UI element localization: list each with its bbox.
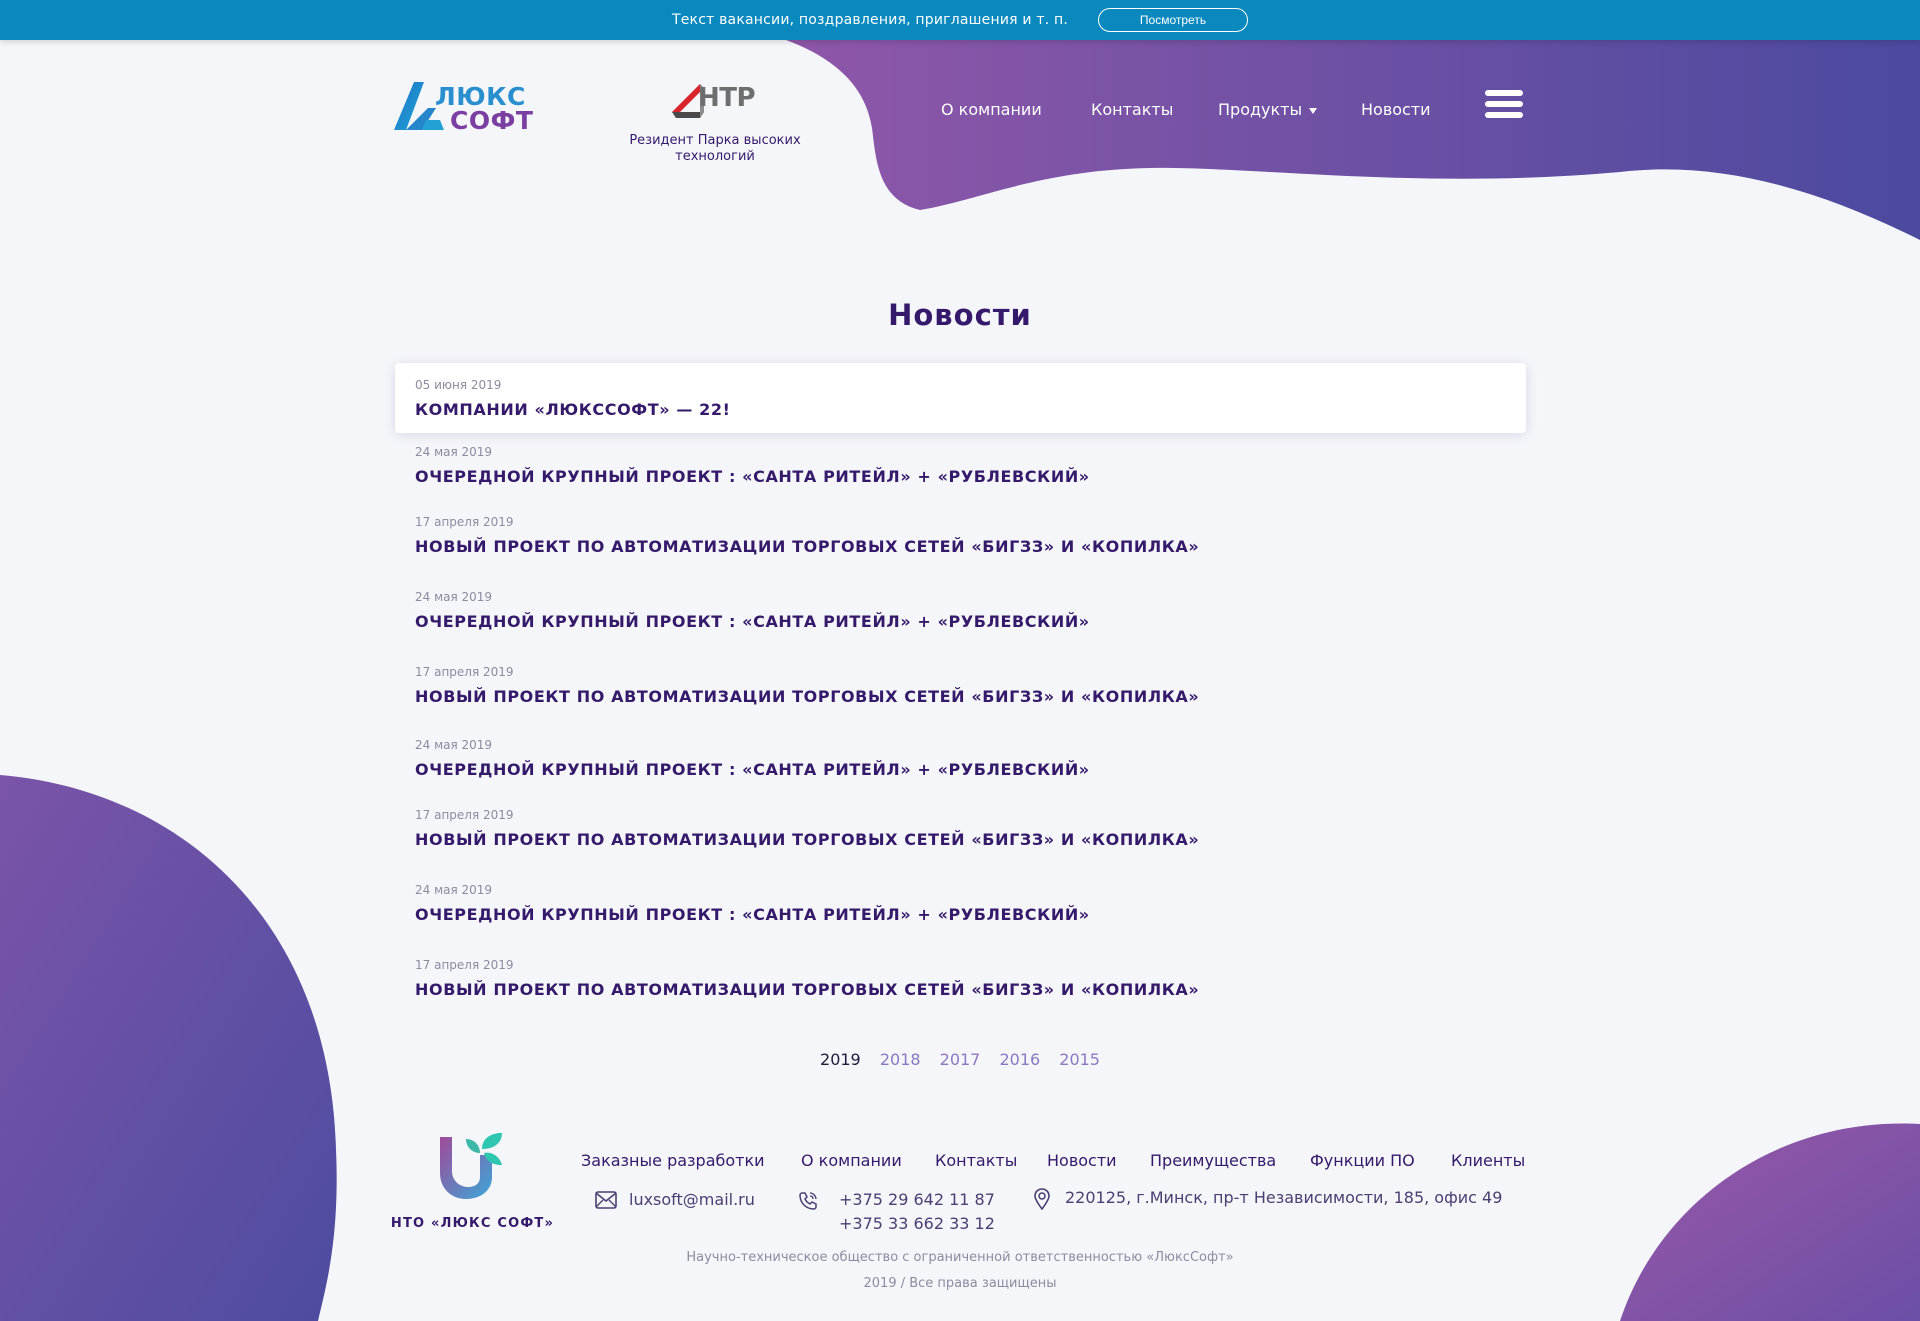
news-item[interactable]: 24 мая 2019 ОЧЕРЕДНОЙ КРУПНЫЙ ПРОЕКТ : «… xyxy=(395,883,1526,924)
news-item[interactable]: 24 мая 2019 ОЧЕРЕДНОЙ КРУПНЫЙ ПРОЕКТ : «… xyxy=(395,445,1526,486)
phone-icon xyxy=(799,1192,817,1210)
news-item[interactable]: 24 мая 2019 ОЧЕРЕДНОЙ КРУПНЫЙ ПРОЕКТ : «… xyxy=(395,590,1526,631)
footer-link-news[interactable]: Новости xyxy=(1047,1151,1117,1170)
hamburger-menu-icon[interactable] xyxy=(1485,90,1523,124)
year-link-2017[interactable]: 2017 xyxy=(940,1050,981,1069)
location-pin-icon xyxy=(1034,1188,1050,1210)
news-item[interactable]: 24 мая 2019 ОЧЕРЕДНОЙ КРУПНЫЙ ПРОЕКТ : «… xyxy=(395,738,1526,779)
news-date: 24 мая 2019 xyxy=(415,590,493,604)
footer-logo-icon xyxy=(440,1133,502,1199)
footer-address: 220125, г.Минск, пр-т Независимости, 185… xyxy=(1065,1188,1503,1207)
year-filter: 2019 2018 2017 2016 2015 xyxy=(0,1050,1920,1069)
footer-phone-1[interactable]: +375 29 642 11 87 xyxy=(839,1190,995,1209)
news-title: НОВЫЙ ПРОЕКТ ПО АВТОМАТИЗАЦИИ ТОРГОВЫХ С… xyxy=(415,537,1200,556)
logo-text-line2: СОФТ xyxy=(450,106,534,135)
announcement-banner: Текст вакансии, поздравления, приглашени… xyxy=(0,0,1920,40)
footer-legal-text: Научно-техническое общество с ограниченн… xyxy=(686,1250,1234,1265)
news-date: 17 апреля 2019 xyxy=(415,515,514,529)
news-title: ОЧЕРЕДНОЙ КРУПНЫЙ ПРОЕКТ : «САНТА РИТЕЙЛ… xyxy=(415,905,1090,924)
news-date: 05 июня 2019 xyxy=(415,378,502,392)
year-link-2018[interactable]: 2018 xyxy=(880,1050,921,1069)
luxsoft-logo[interactable]: ЛЮКС СОФТ xyxy=(392,78,534,138)
nav-item-products-label: Продукты xyxy=(1218,100,1303,119)
news-date: 24 мая 2019 xyxy=(415,445,493,459)
banner-view-button[interactable]: Посмотреть xyxy=(1098,8,1248,32)
news-title: ОЧЕРЕДНОЙ КРУПНЫЙ ПРОЕКТ : «САНТА РИТЕЙЛ… xyxy=(415,612,1090,631)
right-blob-shape xyxy=(1620,1123,1920,1321)
news-title: ОЧЕРЕДНОЙ КРУПНЫЙ ПРОЕКТ : «САНТА РИТЕЙЛ… xyxy=(415,467,1090,486)
news-date: 17 апреля 2019 xyxy=(415,665,514,679)
news-title: ОЧЕРЕДНОЙ КРУПНЫЙ ПРОЕКТ : «САНТА РИТЕЙЛ… xyxy=(415,760,1090,779)
news-title: НОВЫЙ ПРОЕКТ ПО АВТОМАТИЗАЦИИ ТОРГОВЫХ С… xyxy=(415,830,1200,849)
nav-item-contacts[interactable]: Контакты xyxy=(1091,100,1173,119)
news-title: КОМПАНИИ «ЛЮКССОФТ» — 22! xyxy=(415,400,731,419)
footer-link-functions[interactable]: Функции ПО xyxy=(1310,1151,1415,1170)
footer-brand: НТО «ЛЮКС СОФТ» xyxy=(390,1216,555,1231)
news-item[interactable]: 17 апреля 2019 НОВЫЙ ПРОЕКТ ПО АВТОМАТИЗ… xyxy=(395,958,1526,999)
background-decoration xyxy=(0,40,1920,1321)
dropdown-arrow-icon xyxy=(1309,107,1318,114)
news-item[interactable]: 05 июня 2019 КОМПАНИИ «ЛЮКССОФТ» — 22! xyxy=(395,363,1526,433)
footer-link-clients[interactable]: Клиенты xyxy=(1451,1151,1525,1170)
htp-letters: НТР xyxy=(698,83,756,113)
footer-link-custom-dev[interactable]: Заказные разработки xyxy=(581,1151,765,1170)
nav-item-news[interactable]: Новости xyxy=(1361,100,1431,119)
htp-caption: Резидент Парка высоких технологий xyxy=(629,133,801,164)
news-item[interactable]: 17 апреля 2019 НОВЫЙ ПРОЕКТ ПО АВТОМАТИЗ… xyxy=(395,515,1526,556)
news-date: 17 апреля 2019 xyxy=(415,808,514,822)
header-wave-shape xyxy=(786,40,1920,240)
footer-link-contacts[interactable]: Контакты xyxy=(935,1151,1017,1170)
year-link-2015[interactable]: 2015 xyxy=(1059,1050,1100,1069)
news-item[interactable]: 17 апреля 2019 НОВЫЙ ПРОЕКТ ПО АВТОМАТИЗ… xyxy=(395,808,1526,849)
htp-resident-badge: НТР Резидент Парка высоких технологий xyxy=(615,78,815,168)
banner-text: Текст вакансии, поздравления, приглашени… xyxy=(671,12,1068,28)
news-date: 24 мая 2019 xyxy=(415,883,493,897)
news-date: 24 мая 2019 xyxy=(415,738,493,752)
page-title: Новости xyxy=(888,298,1032,332)
footer-link-about[interactable]: О компании xyxy=(801,1151,902,1170)
news-item[interactable]: 17 апреля 2019 НОВЫЙ ПРОЕКТ ПО АВТОМАТИЗ… xyxy=(395,665,1526,706)
news-title: НОВЫЙ ПРОЕКТ ПО АВТОМАТИЗАЦИИ ТОРГОВЫХ С… xyxy=(415,980,1200,999)
year-link-2016[interactable]: 2016 xyxy=(999,1050,1040,1069)
left-blob-shape xyxy=(0,775,337,1321)
footer-email[interactable]: luxsoft@mail.ru xyxy=(629,1190,755,1209)
nav-item-products[interactable]: Продукты xyxy=(1218,100,1318,119)
year-link-2019[interactable]: 2019 xyxy=(820,1050,861,1069)
footer-phone-2[interactable]: +375 33 662 33 12 xyxy=(839,1214,995,1233)
mail-icon xyxy=(595,1191,617,1209)
footer-link-advantages[interactable]: Преимущества xyxy=(1150,1151,1276,1170)
footer-copyright: 2019 / Все права защищены xyxy=(863,1276,1057,1291)
nav-item-about[interactable]: О компании xyxy=(941,100,1042,119)
news-date: 17 апреля 2019 xyxy=(415,958,514,972)
news-title: НОВЫЙ ПРОЕКТ ПО АВТОМАТИЗАЦИИ ТОРГОВЫХ С… xyxy=(415,687,1200,706)
